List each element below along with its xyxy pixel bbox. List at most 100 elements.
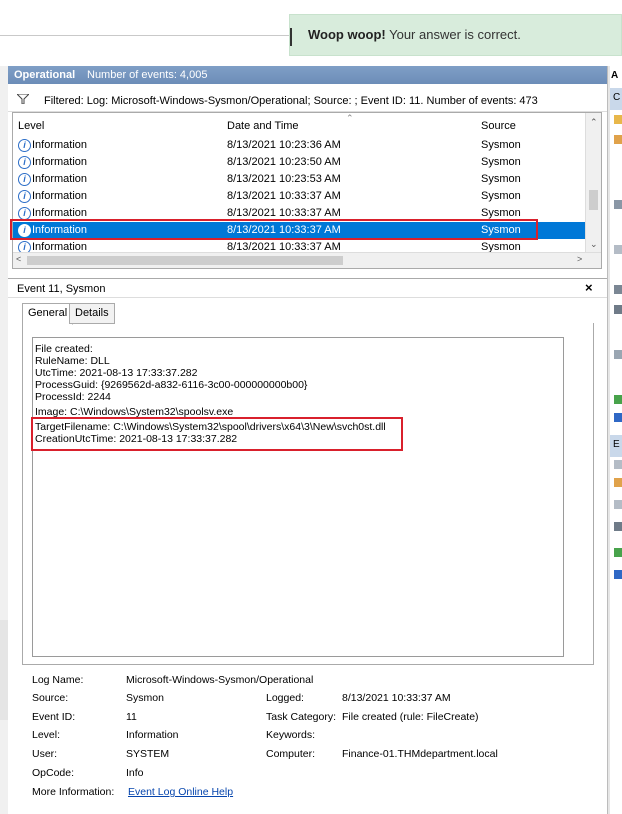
event-properties-icon[interactable] — [614, 460, 622, 469]
save-icon[interactable] — [614, 305, 622, 314]
find-icon[interactable] — [614, 285, 622, 294]
row-source: Sysmon — [481, 173, 521, 185]
prop-value: Info — [126, 767, 144, 779]
desc-line: ProcessGuid: {9269562d-a832-6116-3c00-00… — [35, 379, 308, 391]
row-date: 8/13/2021 10:33:37 AM — [227, 207, 341, 219]
actions-section-bar: E — [610, 435, 622, 457]
actions-header-letter: A — [611, 70, 619, 81]
desc-line: UtcTime: 2021-08-13 17:33:37.282 — [35, 367, 198, 379]
row-level: Information — [32, 156, 88, 168]
event-row[interactable]: i Information 8/13/2021 10:23:50 AM Sysmon — [13, 154, 587, 171]
row-level: Information — [32, 173, 88, 185]
close-icon[interactable]: × — [585, 280, 593, 295]
refresh-icon[interactable] — [614, 395, 622, 404]
scroll-left-icon[interactable]: < — [16, 254, 21, 264]
sort-arrow-icon: ⌃ — [346, 113, 354, 123]
help-icon[interactable] — [614, 413, 622, 422]
prop-label: Level: — [32, 729, 61, 741]
prop-label: Logged: — [266, 692, 304, 704]
prop-label: Keywords: — [266, 729, 316, 741]
help-icon[interactable] — [614, 570, 622, 579]
event-list[interactable]: Level Date and Time ⌃ Source i Informatio… — [12, 112, 602, 269]
attach-task-icon[interactable] — [614, 478, 622, 487]
column-source[interactable]: Source — [481, 113, 516, 137]
row-date: 8/13/2021 10:23:50 AM — [227, 156, 341, 168]
tab-general[interactable]: General — [22, 303, 74, 325]
properties-icon[interactable] — [614, 245, 622, 254]
row-date: 8/13/2021 10:23:53 AM — [227, 173, 341, 185]
refresh-icon[interactable] — [614, 548, 622, 557]
highlight-selected-row — [10, 219, 538, 240]
details-title: Event 11, Sysmon — [17, 283, 106, 295]
prop-label: User: — [32, 748, 58, 760]
tab-details[interactable]: Details — [69, 303, 115, 324]
prop-value: Sysmon — [126, 692, 164, 704]
information-icon: i — [18, 190, 31, 203]
toast-message: Woop woop! Your answer is correct. — [308, 27, 521, 42]
success-toast: Woop woop! Your answer is correct. — [289, 14, 622, 56]
filter-bar: Filtered: Log: Microsoft-Windows-Sysmon/… — [8, 91, 607, 112]
row-date: 8/13/2021 10:23:36 AM — [227, 139, 341, 151]
section-letter: C — [613, 92, 621, 103]
prop-value: Information — [126, 729, 179, 741]
event-row[interactable]: i Information 8/13/2021 10:23:36 AM Sysmon — [13, 137, 587, 154]
prop-label: More Information: — [32, 786, 115, 798]
top-divider — [0, 35, 300, 36]
details-header: Event 11, Sysmon × — [8, 278, 607, 298]
information-icon: i — [18, 173, 31, 186]
toast-text: Your answer is correct. — [385, 27, 521, 42]
row-source: Sysmon — [481, 207, 521, 219]
highlight-target-filename — [31, 417, 403, 451]
save-selected-icon[interactable] — [614, 522, 622, 531]
prop-value: SYSTEM — [126, 748, 170, 760]
information-icon: i — [18, 139, 31, 152]
prop-label: Source: — [32, 692, 69, 704]
scroll-down-icon[interactable]: ⌄ — [590, 239, 598, 250]
prop-label: Task Category: — [266, 711, 337, 723]
horizontal-scrollbar[interactable]: < > — [13, 252, 601, 268]
open-log-icon[interactable] — [614, 115, 622, 124]
row-source: Sysmon — [481, 190, 521, 202]
prop-value: Microsoft-Windows-Sysmon/Operational — [126, 674, 314, 686]
scroll-up-icon[interactable]: ⌃ — [590, 117, 598, 128]
column-date[interactable]: Date and Time — [227, 113, 299, 137]
prop-value: 11 — [126, 711, 137, 723]
vertical-scrollbar[interactable]: ⌃ ⌄ — [585, 113, 601, 253]
event-log-help-link[interactable]: Event Log Online Help — [128, 786, 233, 798]
desc-line: ProcessId: 2244 — [35, 391, 111, 403]
column-level[interactable]: Level — [18, 113, 44, 137]
actions-section-bar: C — [610, 88, 622, 110]
scroll-right-icon[interactable]: > — [577, 254, 582, 264]
row-level: Information — [32, 190, 88, 202]
filter-icon[interactable] — [614, 200, 622, 209]
copy-icon[interactable] — [614, 500, 622, 509]
filter-icon — [17, 94, 29, 104]
toast-accent-bar — [290, 28, 292, 46]
prop-value: Finance-01.THMdepartment.local — [342, 748, 498, 760]
prop-label: Log Name: — [32, 674, 84, 686]
prop-label: OpCode: — [32, 767, 75, 779]
horizontal-scroll-thumb[interactable] — [27, 256, 343, 265]
event-row[interactable]: i Information 8/13/2021 10:23:53 AM Sysmon — [13, 171, 587, 188]
vertical-scroll-thumb[interactable] — [589, 190, 598, 210]
event-count: Number of events: 4,005 — [87, 69, 208, 81]
event-row[interactable]: i Information 8/13/2021 10:33:37 AM Sysmon — [13, 188, 587, 205]
filter-text: Filtered: Log: Microsoft-Windows-Sysmon/… — [44, 95, 538, 107]
row-source: Sysmon — [481, 139, 521, 151]
row-source: Sysmon — [481, 156, 521, 168]
desc-line: RuleName: DLL — [35, 355, 110, 367]
log-header: Operational Number of events: 4,005 — [8, 66, 607, 84]
prop-label: Event ID: — [32, 711, 76, 723]
row-date: 8/13/2021 10:33:37 AM — [227, 190, 341, 202]
row-level: Information — [32, 207, 88, 219]
toast-strong-text: Woop woop! — [308, 27, 386, 42]
prop-value: 8/13/2021 10:33:37 AM — [342, 692, 451, 704]
filter-log-icon[interactable] — [614, 135, 622, 144]
prop-label: Computer: — [266, 748, 316, 760]
view-icon[interactable] — [614, 350, 622, 359]
prop-value: File created (rule: FileCreate) — [342, 711, 479, 723]
section-letter: E — [613, 439, 620, 450]
desc-line: File created: — [35, 343, 93, 355]
row-level: Information — [32, 139, 88, 151]
information-icon: i — [18, 156, 31, 169]
